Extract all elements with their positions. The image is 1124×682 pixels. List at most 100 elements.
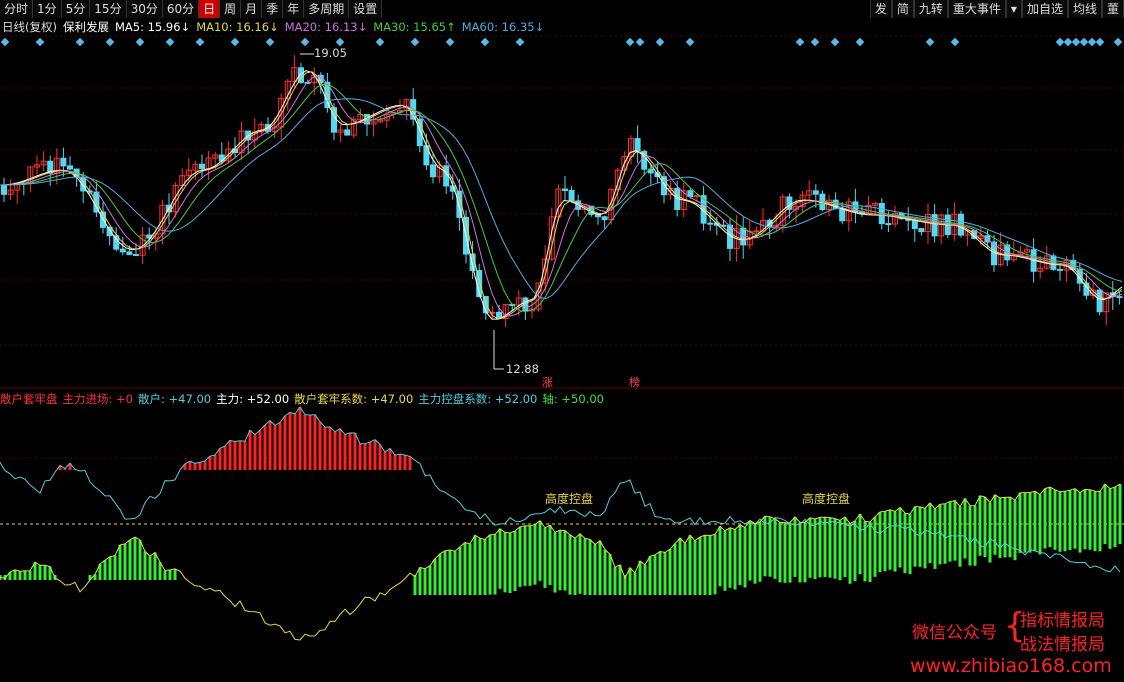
signal-diamond bbox=[830, 37, 840, 47]
candle-body bbox=[753, 230, 760, 233]
signal-diamond bbox=[335, 37, 345, 47]
period-tab-6[interactable]: 日 bbox=[199, 0, 221, 18]
annotation-high-control-1: 高度控盘 bbox=[545, 492, 594, 506]
period-tab-3[interactable]: 15分 bbox=[90, 0, 127, 18]
signal-diamond bbox=[445, 37, 455, 47]
ma30-label: MA30: 15.65↑ bbox=[373, 20, 456, 34]
candle-body bbox=[918, 228, 925, 233]
retail-value: 散户: +47.00 bbox=[137, 392, 212, 406]
signal-diamond bbox=[480, 37, 490, 47]
period-tab-9[interactable]: 季 bbox=[262, 0, 284, 18]
candle-body bbox=[1116, 296, 1123, 299]
candle-body bbox=[839, 208, 846, 222]
main-control-coef: 主力控盘系数: +52.00 bbox=[418, 392, 538, 406]
chart-canvas[interactable] bbox=[0, 0, 1124, 682]
low-price-label: 12.88 bbox=[506, 362, 539, 376]
period-tab-1[interactable]: 1分 bbox=[33, 0, 62, 18]
signal-diamond bbox=[300, 37, 310, 47]
candle-body bbox=[113, 235, 120, 250]
watermark-name-1: 指标情报局 bbox=[1020, 611, 1105, 631]
signal-diamond bbox=[925, 37, 935, 47]
signal-diamond bbox=[265, 37, 275, 47]
candle-body bbox=[218, 154, 225, 162]
candle-body bbox=[812, 190, 819, 195]
signal-diamond bbox=[685, 37, 695, 47]
watermark-url: www.zhibiao168.com bbox=[910, 655, 1112, 677]
right-tool-button-5[interactable]: 加自选 bbox=[1021, 0, 1068, 18]
main-force-value: 主力: +52.00 bbox=[216, 392, 290, 406]
signal-diamond bbox=[105, 37, 115, 47]
candle-body bbox=[1, 184, 7, 195]
candle-body bbox=[67, 165, 73, 170]
candle-body bbox=[344, 129, 351, 136]
signal-diamond bbox=[35, 37, 45, 47]
candle-body bbox=[634, 138, 641, 152]
period-tab-0[interactable]: 分时 bbox=[0, 0, 34, 18]
marker-bang[interactable]: 榜 bbox=[629, 374, 640, 390]
ma20-label: MA20: 16.13↓ bbox=[284, 20, 368, 34]
candle-body bbox=[60, 157, 67, 167]
signal-diamond bbox=[1071, 37, 1081, 47]
signal-diamond bbox=[75, 37, 85, 47]
signal-diamond bbox=[410, 37, 420, 47]
right-tool-button-7[interactable]: 董 bbox=[1101, 0, 1124, 18]
signal-diamond bbox=[1079, 37, 1089, 47]
candle-body bbox=[885, 223, 892, 226]
retail-trap-coef: 散户套牢系数: +47.00 bbox=[294, 392, 414, 406]
right-toolbar: 发简九转 重大事件 ▾ 加自选 均线董 bbox=[869, 0, 1124, 18]
candle-body bbox=[694, 195, 700, 198]
candle-body bbox=[133, 254, 139, 257]
main-entry-value: 主力进场: +0 bbox=[62, 392, 133, 406]
candle-body bbox=[1096, 289, 1103, 313]
period-tab-8[interactable]: 月 bbox=[241, 0, 263, 18]
signal-diamond bbox=[195, 37, 205, 47]
candle-body bbox=[911, 219, 918, 230]
signal-diamond bbox=[855, 37, 865, 47]
right-tool-button-3[interactable]: 重大事件 bbox=[947, 0, 1006, 18]
annotation-high-control-2: 高度控盘 bbox=[802, 492, 851, 506]
period-tab-7[interactable]: 周 bbox=[220, 0, 242, 18]
high-price-label: 19.05 bbox=[314, 46, 347, 60]
signal-diamond bbox=[515, 37, 525, 47]
candle-body bbox=[1057, 268, 1063, 271]
candle-body bbox=[199, 163, 205, 170]
right-tool-button-0[interactable]: 发 bbox=[869, 0, 892, 18]
signal-diamond bbox=[655, 37, 665, 47]
period-toolbar: 分时 1分 5分 15分 30分 60分日周月季年多周期 设置 bbox=[0, 0, 383, 18]
period-tab-10[interactable]: 年 bbox=[283, 0, 305, 18]
right-tool-button-4[interactable]: ▾ bbox=[1005, 0, 1022, 18]
marker-zhang[interactable]: 涨 bbox=[542, 374, 553, 390]
period-tab-11[interactable]: 多周期 bbox=[304, 0, 350, 18]
ma10-label: MA10: 16.16↓ bbox=[196, 20, 279, 34]
axis-value: 轴: +50.00 bbox=[542, 392, 604, 406]
signal-diamond bbox=[635, 37, 645, 47]
period-tab-2[interactable]: 5分 bbox=[61, 0, 91, 18]
candle-body bbox=[568, 190, 575, 202]
signal-diamond bbox=[1063, 37, 1073, 47]
indicator-name[interactable]: 散户套牢盘 bbox=[0, 390, 58, 408]
ma5-label: MA5: 15.96↓ bbox=[114, 20, 191, 34]
right-tool-button-6[interactable]: 均线 bbox=[1067, 0, 1102, 18]
signal-diamond bbox=[1055, 37, 1065, 47]
signal-diamond bbox=[625, 37, 635, 47]
period-tab-12[interactable]: 设置 bbox=[349, 0, 383, 18]
right-tool-button-1[interactable]: 简 bbox=[891, 0, 914, 18]
stock-name: 保利发展 bbox=[62, 20, 109, 34]
candle-body bbox=[119, 248, 126, 253]
watermark-name-2: 战法情报局 bbox=[1020, 635, 1105, 655]
signal-diamond bbox=[950, 37, 960, 47]
signal-diamond bbox=[795, 37, 805, 47]
signal-diamond bbox=[135, 37, 145, 47]
signal-diamond bbox=[1095, 37, 1105, 47]
candle-body bbox=[601, 216, 608, 221]
candle-body bbox=[430, 164, 436, 178]
period-tab-4[interactable]: 30分 bbox=[126, 0, 163, 18]
ma60-label: MA60: 16.35↓ bbox=[461, 20, 545, 34]
candle-body bbox=[126, 251, 133, 256]
watermark-wechat: 微信公众号 bbox=[912, 623, 997, 643]
candle-body bbox=[562, 188, 568, 192]
period-tab-5[interactable]: 60分 bbox=[162, 0, 200, 18]
right-tool-button-2[interactable]: 九转 bbox=[913, 0, 948, 18]
signal-diamond bbox=[0, 37, 10, 47]
period-label: 日线(复权) bbox=[2, 20, 57, 34]
